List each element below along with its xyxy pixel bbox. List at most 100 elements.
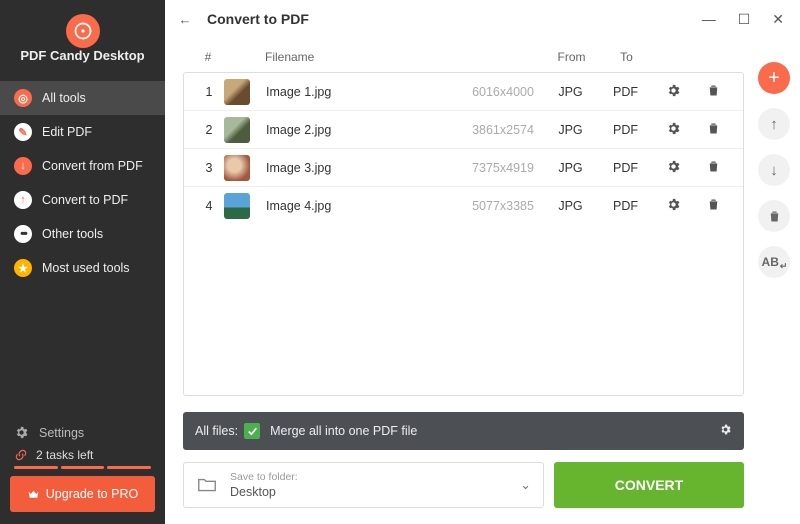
th-num: #	[193, 50, 223, 64]
table-row[interactable]: 4 Image 4.jpg5077x3385JPGPDF	[184, 187, 743, 225]
row-from: JPG	[543, 85, 598, 99]
sidebar-item-label: Edit PDF	[42, 125, 92, 139]
merge-settings-button[interactable]	[719, 423, 732, 439]
rename-button[interactable]: AB↵	[758, 246, 790, 278]
page-title: Convert to PDF	[207, 11, 309, 27]
sidebar-item-other-tools[interactable]: ••• Other tools	[0, 217, 165, 251]
sidebar-item-label: Other tools	[42, 227, 103, 241]
main: ← Convert to PDF — ☐ ✕ # Filename From T…	[165, 0, 800, 524]
arrow-up-icon: ↑	[14, 191, 32, 209]
row-dimensions: 7375x4919	[463, 161, 543, 175]
move-down-button[interactable]: ↓	[758, 154, 790, 186]
output-folder-text: Save to folder: Desktop	[230, 471, 298, 499]
arrow-down-icon: ↓	[14, 157, 32, 175]
merge-bar: All files: Merge all into one PDF file	[183, 412, 744, 450]
row-from: JPG	[543, 199, 598, 213]
merge-label: Merge all into one PDF file	[270, 424, 417, 438]
thumbnail	[224, 117, 250, 143]
table-row[interactable]: 2Image 2.jpg3861x2574JPGPDF	[184, 111, 743, 149]
row-num: 3	[194, 161, 224, 175]
sidebar-nav: ◎ All tools ✎ Edit PDF ↓ Convert from PDF ↑…	[0, 81, 165, 285]
move-up-button[interactable]: ↑	[758, 108, 790, 140]
tasks-label: 2 tasks left	[36, 448, 93, 462]
row-delete-button[interactable]	[693, 159, 733, 177]
chevron-down-icon[interactable]: ⌄	[520, 477, 531, 493]
settings-label: Settings	[39, 426, 84, 440]
sidebar-item-label: Convert to PDF	[42, 193, 128, 207]
sidebar-settings[interactable]: Settings	[0, 417, 165, 448]
row-delete-button[interactable]	[693, 197, 733, 215]
swirl-icon: ◎	[14, 89, 32, 107]
sidebar-item-label: All tools	[42, 91, 86, 105]
star-icon: ★	[14, 259, 32, 277]
thumbnail	[224, 79, 250, 105]
dots-icon: •••	[14, 225, 32, 243]
convert-button[interactable]: CONVERT	[554, 462, 744, 508]
task-bars	[0, 466, 165, 476]
row-to: PDF	[598, 123, 653, 137]
row-delete-button[interactable]	[693, 121, 733, 139]
table-header: # Filename From To	[183, 42, 744, 72]
app-name: PDF Candy Desktop	[0, 48, 165, 75]
row-settings-button[interactable]	[653, 121, 693, 139]
row-num: 1	[194, 85, 224, 99]
candy-icon	[73, 21, 93, 41]
row-settings-button[interactable]	[653, 197, 693, 215]
window-controls: — ☐ ✕	[702, 11, 792, 28]
row-dimensions: 5077x3385	[463, 199, 543, 213]
row-filename: Image 4.jpg	[260, 199, 463, 213]
sidebar: PDF Candy Desktop ◎ All tools ✎ Edit PDF ↓…	[0, 0, 165, 524]
table-row[interactable]: 1 Image 1.jpg6016x4000JPGPDF	[184, 73, 743, 111]
minimize-button[interactable]: —	[702, 11, 716, 28]
bottom-bar: Save to folder: Desktop ⌄ CONVERT	[183, 462, 744, 508]
row-settings-button[interactable]	[653, 159, 693, 177]
back-button[interactable]: ←	[173, 12, 197, 27]
th-from: From	[544, 50, 599, 64]
row-from: JPG	[543, 123, 598, 137]
row-to: PDF	[598, 85, 653, 99]
tasks-left: 2 tasks left	[0, 448, 165, 466]
sidebar-item-convert-from[interactable]: ↓ Convert from PDF	[0, 149, 165, 183]
add-file-button[interactable]: +	[758, 62, 790, 94]
row-dimensions: 6016x4000	[463, 85, 543, 99]
output-folder-selector[interactable]: Save to folder: Desktop ⌄	[183, 462, 544, 508]
output-folder: Desktop	[230, 485, 276, 499]
row-num: 2	[194, 123, 224, 137]
sidebar-item-label: Most used tools	[42, 261, 130, 275]
merge-checkbox[interactable]	[244, 423, 260, 439]
thumbnail	[224, 155, 250, 181]
table-body: 1Image 1.jpg6016x4000JPGPDF2Image 2.jpg3…	[183, 72, 744, 396]
row-filename: Image 1.jpg	[260, 85, 463, 99]
upgrade-label: Upgrade to PRO	[46, 487, 138, 501]
row-settings-button[interactable]	[653, 83, 693, 101]
sidebar-item-most-used[interactable]: ★ Most used tools	[0, 251, 165, 285]
maximize-button[interactable]: ☐	[738, 11, 751, 28]
sidebar-item-label: Convert from PDF	[42, 159, 143, 173]
sidebar-item-convert-to[interactable]: ↑ Convert to PDF	[0, 183, 165, 217]
output-hint: Save to folder:	[230, 471, 298, 484]
link-icon	[14, 448, 28, 462]
sidebar-item-all-tools[interactable]: ◎ All tools	[0, 81, 165, 115]
all-files-label: All files:	[195, 424, 238, 438]
titlebar: ← Convert to PDF — ☐ ✕	[165, 0, 800, 38]
delete-all-button[interactable]	[758, 200, 790, 232]
logo-wrap: PDF Candy Desktop	[0, 0, 165, 81]
upgrade-button[interactable]: Upgrade to PRO	[10, 476, 155, 512]
pencil-icon: ✎	[14, 123, 32, 141]
row-num: 4	[194, 199, 224, 213]
thumbnail	[224, 193, 250, 219]
row-to: PDF	[598, 199, 653, 213]
sidebar-item-edit-pdf[interactable]: ✎ Edit PDF	[0, 115, 165, 149]
table-row[interactable]: 3Image 3.jpg7375x4919JPGPDF	[184, 149, 743, 187]
close-button[interactable]: ✕	[772, 11, 784, 28]
crown-icon	[27, 488, 40, 501]
app-logo	[66, 14, 100, 48]
action-rail: + ↑ ↓ AB↵	[758, 62, 790, 278]
th-filename: Filename	[259, 50, 464, 64]
folder-icon	[196, 474, 218, 496]
row-from: JPG	[543, 161, 598, 175]
th-to: To	[599, 50, 654, 64]
trash-icon	[767, 209, 782, 224]
gear-icon	[14, 425, 29, 440]
row-delete-button[interactable]	[693, 83, 733, 101]
